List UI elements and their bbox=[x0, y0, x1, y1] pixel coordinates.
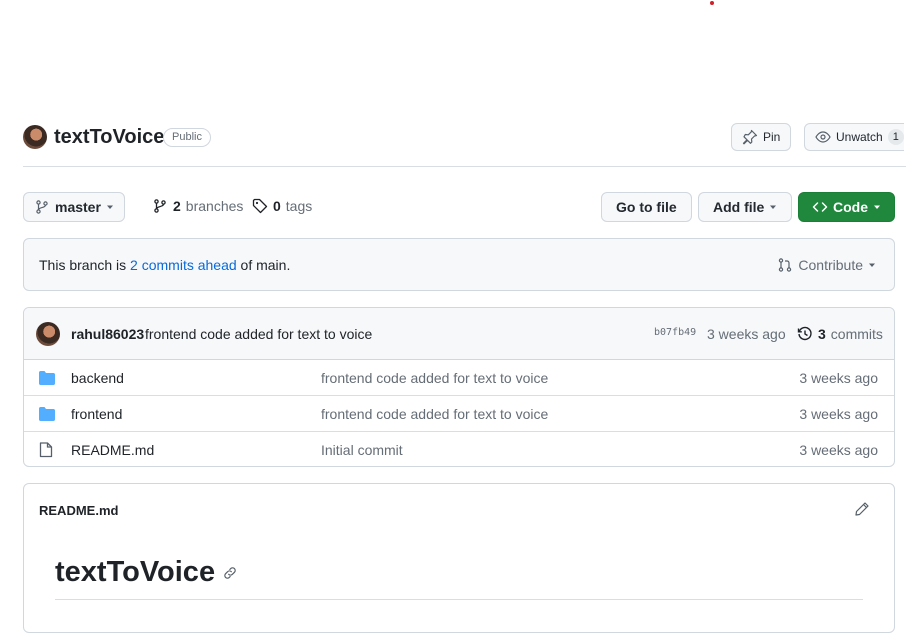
git-branch-icon bbox=[152, 198, 168, 214]
unwatch-button[interactable]: Unwatch 1 bbox=[804, 123, 904, 151]
file-row[interactable]: frontend frontend code added for text to… bbox=[24, 396, 894, 432]
commit-sha[interactable]: b07fb49 bbox=[654, 327, 696, 338]
heading-divider bbox=[55, 599, 863, 600]
tags-label: tags bbox=[285, 198, 313, 214]
commit-time: 3 weeks ago bbox=[707, 326, 786, 342]
commits-count: 3 bbox=[818, 326, 826, 342]
ahead-text: This branch is 2 commits ahead of main. bbox=[39, 257, 290, 273]
file-name[interactable]: README.md bbox=[71, 442, 154, 458]
file-commit-message[interactable]: frontend code added for text to voice bbox=[321, 370, 548, 386]
branches-link[interactable]: 2 branches bbox=[152, 198, 243, 214]
caret-down-icon bbox=[873, 203, 881, 211]
add-file-label: Add file bbox=[713, 199, 765, 215]
pin-button[interactable]: Pin bbox=[731, 123, 792, 151]
tag-icon bbox=[252, 198, 268, 214]
branch-compare-banner: This branch is 2 commits ahead of main. … bbox=[23, 238, 895, 291]
commits-label: commits bbox=[830, 326, 883, 342]
ahead-suffix: of main. bbox=[236, 257, 291, 273]
red-dot-marker bbox=[710, 1, 714, 5]
file-name[interactable]: backend bbox=[71, 370, 124, 386]
pin-label: Pin bbox=[763, 130, 781, 144]
commits-ahead-link[interactable]: 2 commits ahead bbox=[130, 257, 237, 273]
caret-down-icon bbox=[106, 203, 114, 211]
file-list: rahul86023 frontend code added for text … bbox=[23, 307, 895, 467]
branches-label: branches bbox=[185, 198, 244, 214]
file-commit-message[interactable]: frontend code added for text to voice bbox=[321, 406, 548, 422]
pin-icon bbox=[742, 129, 758, 145]
eye-icon bbox=[815, 129, 831, 145]
readme-panel: README.md textToVoice bbox=[23, 483, 895, 633]
owner-avatar[interactable] bbox=[23, 125, 47, 149]
branch-toolbar: master 2 branches 0 tags Go to file Add … bbox=[23, 192, 895, 224]
repo-name[interactable]: textToVoice bbox=[54, 125, 164, 149]
repo-header: textToVoice Public Pin Unwatch 1 bbox=[23, 123, 906, 167]
visibility-badge: Public bbox=[163, 128, 211, 147]
commit-author-avatar[interactable] bbox=[36, 322, 60, 346]
readme-heading-text: textToVoice bbox=[55, 556, 216, 588]
contribute-label: Contribute bbox=[798, 257, 863, 273]
latest-commit-bar: rahul86023 frontend code added for text … bbox=[24, 308, 894, 360]
tags-link[interactable]: 0 tags bbox=[252, 198, 312, 214]
file-name[interactable]: frontend bbox=[71, 406, 122, 422]
readme-heading: textToVoice bbox=[55, 556, 237, 589]
pencil-icon[interactable] bbox=[854, 501, 870, 517]
link-icon[interactable] bbox=[223, 566, 237, 580]
commits-history-link[interactable]: 3 commits bbox=[797, 326, 883, 342]
file-row[interactable]: backend frontend code added for text to … bbox=[24, 360, 894, 396]
unwatch-label: Unwatch bbox=[836, 130, 883, 144]
add-file-button[interactable]: Add file bbox=[698, 192, 793, 222]
branches-count: 2 bbox=[173, 198, 181, 214]
ahead-prefix: This branch is bbox=[39, 257, 131, 273]
code-icon bbox=[812, 199, 828, 215]
file-icon bbox=[39, 442, 53, 458]
tags-count: 0 bbox=[273, 198, 281, 214]
history-icon bbox=[797, 326, 813, 342]
code-label: Code bbox=[833, 199, 868, 215]
contribute-button[interactable]: Contribute bbox=[777, 257, 876, 273]
folder-icon bbox=[39, 407, 55, 421]
go-to-file-button[interactable]: Go to file bbox=[601, 192, 692, 222]
git-branch-icon bbox=[34, 199, 50, 215]
commit-author[interactable]: rahul86023 bbox=[71, 326, 144, 342]
folder-icon bbox=[39, 371, 55, 385]
file-row[interactable]: README.md Initial commit 3 weeks ago bbox=[24, 432, 894, 466]
caret-down-icon bbox=[868, 261, 876, 269]
file-commit-time: 3 weeks ago bbox=[799, 370, 878, 386]
branch-select-button[interactable]: master bbox=[23, 192, 125, 222]
commit-message[interactable]: frontend code added for text to voice bbox=[145, 326, 372, 342]
watch-count: 1 bbox=[887, 129, 904, 145]
code-button[interactable]: Code bbox=[798, 192, 895, 222]
readme-header: README.md bbox=[24, 484, 894, 536]
file-commit-time: 3 weeks ago bbox=[799, 406, 878, 422]
caret-down-icon bbox=[769, 203, 777, 211]
readme-file-label[interactable]: README.md bbox=[39, 503, 118, 518]
file-commit-time: 3 weeks ago bbox=[799, 442, 878, 458]
branch-name: master bbox=[55, 199, 101, 215]
pull-request-icon bbox=[777, 257, 793, 273]
file-commit-message[interactable]: Initial commit bbox=[321, 442, 403, 458]
